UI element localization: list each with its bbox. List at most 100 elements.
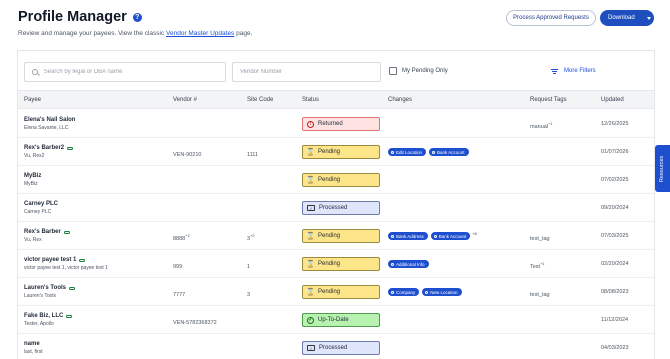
status-badge: ⌛ Pending (302, 229, 380, 243)
changes-cell: Company New Location (388, 288, 465, 296)
updated-date: 09/20/2024 (601, 205, 629, 211)
resources-side-tab[interactable]: Resources (655, 145, 670, 192)
returned-icon: ! (307, 120, 314, 128)
updated-date: 04/03/2023 (601, 345, 629, 351)
pending-only-label: My Pending Only (402, 68, 448, 74)
resources-label: Resources (659, 155, 666, 182)
table-row[interactable]: name last, first ✓ Processed 04/03/2023 (18, 334, 654, 359)
col-site-code[interactable]: Site Code (247, 97, 273, 103)
status-badge: ✓ Processed (302, 341, 380, 355)
payee-name[interactable]: Lauren's Tools (24, 285, 75, 291)
col-changes[interactable]: Changes (388, 97, 412, 103)
change-chip[interactable]: New Location (422, 288, 462, 296)
page-subtitle: Review and manage your payees. View the … (18, 30, 253, 37)
payee-legal-name: Vu, Rex (24, 237, 42, 243)
table-row[interactable]: Rex's Barber2 Vu, Rex2 VEN-90210 1111 ⌛ … (18, 138, 654, 166)
table-row[interactable]: Lauren's Tools Lauren's Tools 7777 3 ⌛ P… (18, 278, 654, 306)
vendor-number-field[interactable] (232, 62, 381, 82)
site-code: 3+2 (247, 233, 255, 242)
payee-name[interactable]: victor payee test 1 (24, 257, 108, 263)
page-title: Profile Manager (18, 9, 127, 25)
updated-date: 11/12/2024 (601, 317, 629, 323)
payee-name[interactable]: Rex's Barber (24, 229, 70, 235)
vendor-number: 8888+2 (173, 233, 190, 242)
table-row[interactable]: MyBiz MyBiz ⌛ Pending 07/02/2025 (18, 166, 654, 194)
updated-date: 12/26/2025 (601, 121, 629, 127)
my-pending-only-toggle[interactable]: My Pending Only (389, 67, 448, 75)
status-badge: ⌛ Pending (302, 173, 380, 187)
vendor-master-updates-link[interactable]: Vendor Master Updates (166, 30, 234, 37)
change-chip[interactable]: Bank Account (429, 148, 469, 156)
change-chip[interactable]: Additional Info (388, 260, 429, 268)
changes-cell: Additional Info (388, 260, 432, 268)
change-chip[interactable]: Edit Location (388, 148, 427, 156)
search-icon (32, 69, 38, 75)
payee-name[interactable]: Carney PLC (24, 201, 58, 207)
col-vendor[interactable]: Vendor # (173, 97, 197, 103)
link-icon (63, 230, 70, 234)
payee-legal-name: Vu, Rex2 (24, 153, 45, 159)
table-row[interactable]: Fake Biz, LLC Tester, Apollo VEN-5782368… (18, 306, 654, 334)
payee-name[interactable]: MyBiz (24, 173, 41, 179)
payee-name[interactable]: Fake Biz, LLC (24, 313, 73, 319)
col-status[interactable]: Status (302, 97, 319, 103)
site-code: 3 (247, 291, 251, 298)
payee-name[interactable]: name (24, 341, 43, 347)
updated-date: 07/02/2025 (601, 177, 629, 183)
site-code: 1111 (247, 151, 259, 158)
hourglass-icon: ⌛ (306, 149, 315, 156)
site-code: 1 (247, 263, 251, 270)
updated-date: 01/07/2026 (601, 149, 629, 155)
change-icon (433, 234, 437, 238)
status-badge: ⌛ Pending (302, 285, 380, 299)
chevron-down-icon (646, 16, 651, 20)
download-label: Download (608, 15, 635, 21)
filter-bar: My Pending Only More Filters (24, 62, 650, 82)
table-row[interactable]: victor payee test 1 victor payee test 1,… (18, 250, 654, 278)
change-chip[interactable]: Company (388, 288, 420, 296)
search-input[interactable] (43, 69, 225, 75)
change-icon (391, 290, 394, 294)
link-icon (69, 286, 75, 290)
vendor-number-input[interactable] (240, 69, 380, 75)
vendor-number: VEN-90210 (173, 151, 202, 158)
change-icon (391, 262, 394, 266)
hourglass-icon: ⌛ (306, 177, 315, 184)
changes-cell: Bank Address Bank Account +6 (388, 231, 477, 240)
updated-date: 07/03/2025 (601, 233, 629, 239)
change-chip[interactable]: Bank Account (430, 232, 471, 240)
payee-name[interactable]: Rex's Barber2 (24, 145, 74, 151)
updated-date: 08/08/2023 (601, 289, 629, 295)
status-badge: ! Returned (302, 117, 380, 131)
table-row[interactable]: Rex's Barber Vu, Rex 8888+2 3+2 ⌛ Pendin… (18, 222, 654, 250)
request-tags: test_tag (530, 291, 550, 298)
search-field[interactable] (24, 62, 226, 82)
payee-name[interactable]: Elena's Nail Salon (24, 117, 75, 123)
col-payee[interactable]: Payee (24, 97, 41, 103)
table-row[interactable]: Carney PLC Carney PLC ✓ Processed 09/20/… (18, 194, 654, 222)
download-button[interactable]: Download (600, 10, 654, 26)
payee-legal-name: MyBiz (24, 181, 38, 187)
col-request-tags[interactable]: Request Tags (530, 97, 567, 103)
processed-icon: ✓ (307, 205, 315, 211)
changes-more-count[interactable]: +6 (472, 231, 477, 236)
filter-icon (551, 68, 558, 74)
hourglass-icon: ⌛ (306, 261, 315, 268)
table-row[interactable]: Elena's Nail Salon Elena Savante, LLC ! … (18, 110, 654, 138)
link-icon (67, 146, 74, 150)
link-icon (79, 258, 86, 262)
request-tags: Test+1 (530, 261, 545, 270)
request-tags: manual+1 (530, 121, 553, 130)
request-tags: test_tag (530, 235, 550, 242)
vendor-number: 999 (173, 263, 183, 270)
question-circle-icon[interactable]: ? (132, 12, 142, 22)
change-chip[interactable]: Bank Address (388, 232, 428, 240)
payee-legal-name: Tester, Apollo (24, 321, 54, 327)
vendor-number: 7777 (173, 291, 186, 298)
more-filters-button[interactable]: More Filters (551, 68, 596, 74)
pending-only-checkbox[interactable] (389, 67, 397, 75)
col-updated[interactable]: Updated (601, 97, 624, 103)
payees-panel: My Pending Only More Filters Payee Vendo… (17, 50, 655, 359)
more-filters-label: More Filters (564, 68, 596, 74)
process-approved-requests-button[interactable]: Process Approved Requests (506, 10, 596, 26)
